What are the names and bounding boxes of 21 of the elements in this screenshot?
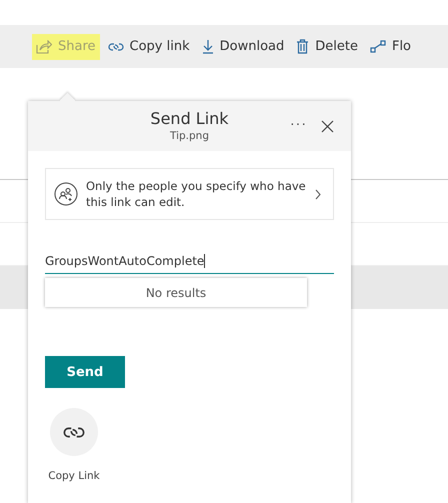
trash-icon <box>296 39 310 54</box>
flow-button[interactable]: Flo <box>366 34 416 60</box>
share-icon <box>36 40 52 54</box>
more-button[interactable]: ··· <box>290 115 307 131</box>
flow-icon <box>370 40 386 53</box>
link-icon <box>108 40 124 52</box>
close-icon[interactable] <box>321 120 334 133</box>
dialog-title: Send Link <box>150 109 229 129</box>
text-cursor <box>204 254 206 268</box>
file-name: Tip.png <box>170 129 209 143</box>
recipient-field[interactable]: GroupsWontAutoComplete <box>45 248 334 274</box>
permission-button[interactable]: Only the people you specify who have this link can edit. <box>45 168 334 220</box>
send-button[interactable]: Send <box>45 356 125 388</box>
delete-button[interactable]: Delete <box>292 34 362 60</box>
chevron-right-icon <box>315 188 321 200</box>
people-icon <box>54 182 78 206</box>
download-button[interactable]: Download <box>198 34 288 60</box>
copy-link-button[interactable]: Copy Link <box>39 408 109 482</box>
link-button[interactable]: Copy link <box>104 34 194 60</box>
no-results-message: No results <box>146 286 206 300</box>
download-icon <box>202 39 214 54</box>
